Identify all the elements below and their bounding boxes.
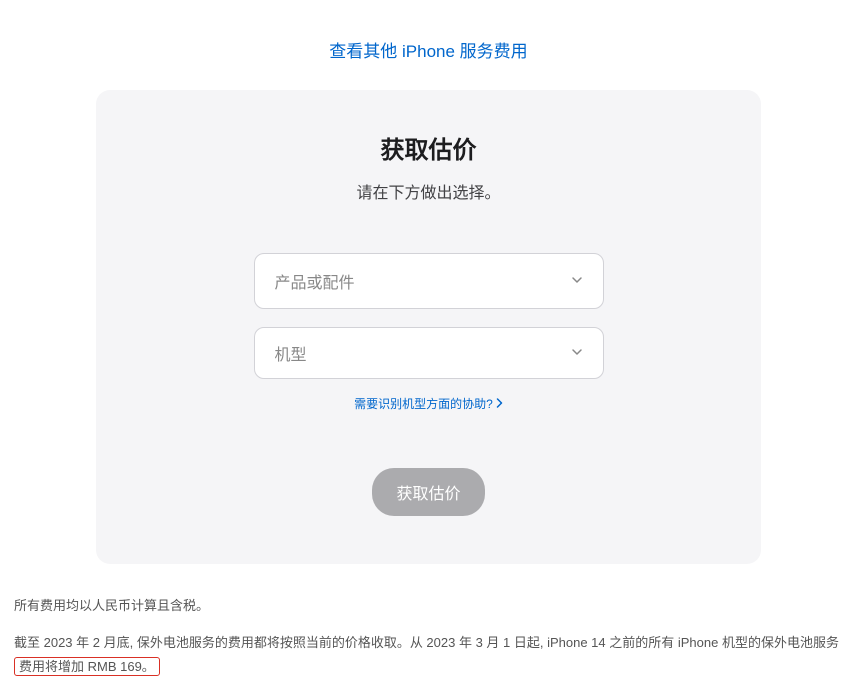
- footer-notes: 所有费用均以人民币计算且含税。 截至 2023 年 2 月底, 保外电池服务的费…: [0, 586, 857, 678]
- product-dropdown-placeholder: 产品或配件: [275, 269, 355, 293]
- estimate-card: 获取估价 请在下方做出选择。 产品或配件 机型 需要识别机型方面的协助? 获取估…: [96, 90, 761, 564]
- footer-line-1: 所有费用均以人民币计算且含税。: [14, 594, 843, 617]
- chevron-down-icon: [571, 346, 583, 361]
- model-dropdown[interactable]: 机型: [254, 327, 604, 379]
- price-increase-highlight: 费用将增加 RMB 169。: [14, 657, 160, 676]
- card-title: 获取估价: [136, 130, 721, 165]
- model-dropdown-placeholder: 机型: [275, 341, 307, 365]
- get-estimate-button[interactable]: 获取估价: [372, 468, 484, 516]
- footer-line-2: 截至 2023 年 2 月底, 保外电池服务的费用都将按照当前的价格收取。从 2…: [14, 631, 843, 678]
- identify-model-help-link[interactable]: 需要识别机型方面的协助?: [354, 395, 503, 412]
- chevron-down-icon: [571, 274, 583, 289]
- other-iphone-services-link[interactable]: 查看其他 iPhone 服务费用: [329, 42, 527, 61]
- help-link-label: 需要识别机型方面的协助?: [354, 395, 493, 412]
- card-subtitle: 请在下方做出选择。: [136, 179, 721, 203]
- product-dropdown[interactable]: 产品或配件: [254, 253, 604, 309]
- chevron-right-icon: [496, 397, 503, 411]
- top-link-section: 查看其他 iPhone 服务费用: [0, 0, 857, 90]
